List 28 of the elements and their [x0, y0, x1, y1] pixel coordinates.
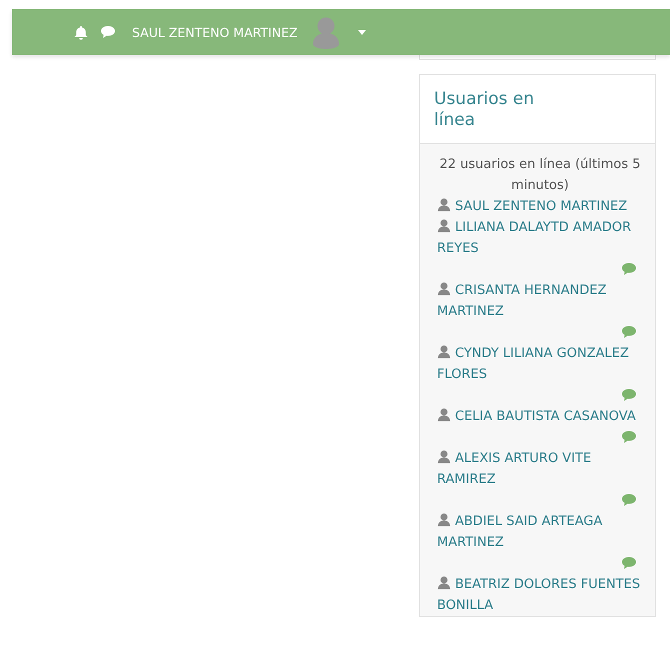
user-icon — [437, 450, 451, 464]
user-link[interactable]: CELIA BAUTISTA CASANOVA — [437, 406, 643, 427]
user-link[interactable]: CRISANTA HERNANDEZ MARTINEZ — [437, 280, 643, 322]
chat-icon[interactable] — [621, 262, 637, 276]
user-link[interactable]: LILIANA DALAYTD AMADOR REYES — [437, 217, 643, 259]
user-icon — [437, 576, 451, 590]
chat-icon[interactable] — [621, 556, 637, 570]
chat-icon[interactable] — [621, 388, 637, 402]
user-icon — [437, 219, 451, 233]
user-link[interactable]: CYNDY LILIANA GONZALEZ FLORES — [437, 343, 643, 385]
bell-icon[interactable] — [74, 24, 88, 40]
card-title: Usuarios en línea — [434, 89, 536, 131]
chat-icon[interactable] — [621, 430, 637, 444]
user-link[interactable]: BEATRIZ DOLORES FUENTES BONILLA — [437, 574, 643, 616]
user-icon — [437, 408, 451, 422]
chat-icon[interactable] — [100, 25, 116, 39]
user-icon — [437, 282, 451, 296]
online-summary: 22 usuarios en línea (últimos 5 minutos) — [438, 156, 642, 195]
user-link[interactable]: ALEXIS ARTURO VITE RAMIREZ — [437, 448, 643, 490]
user-name[interactable]: SAUL ZENTENO MARTINEZ — [132, 24, 298, 40]
user-icon — [437, 345, 451, 359]
user-icon — [437, 513, 451, 527]
user-icon — [437, 198, 451, 212]
chat-icon[interactable] — [621, 325, 637, 339]
chat-icon[interactable] — [621, 493, 637, 507]
caret-icon[interactable] — [358, 30, 366, 34]
user-link[interactable]: SAUL ZENTENO MARTINEZ — [437, 196, 643, 217]
user-link[interactable]: ABDIEL SAID ARTEAGA MARTINEZ — [437, 511, 643, 553]
